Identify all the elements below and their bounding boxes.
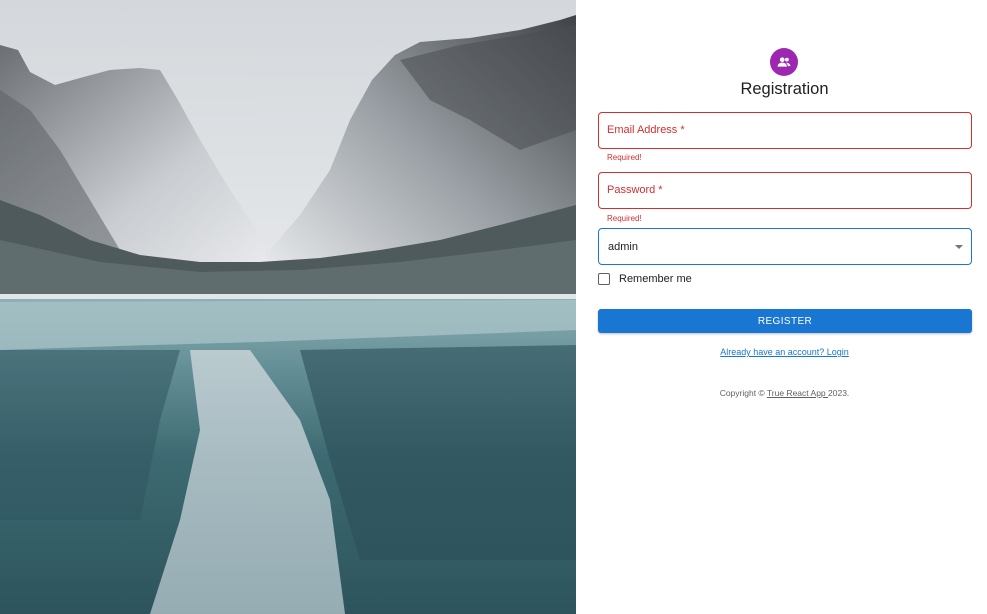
people-icon <box>777 57 791 67</box>
password-label: Password * <box>607 184 663 196</box>
password-field[interactable]: Password * <box>598 172 972 209</box>
login-link[interactable]: Already have an account? Login <box>576 347 987 357</box>
copyright: Copyright © True React App 2023. <box>576 388 987 398</box>
copyright-prefix: Copyright © <box>719 388 767 398</box>
email-helper-text: Required! <box>607 153 642 162</box>
background-image <box>0 0 576 614</box>
email-label: Email Address * <box>607 124 685 136</box>
mountain-lake-illustration <box>0 0 576 614</box>
role-select-value: admin <box>608 241 638 253</box>
password-helper-text: Required! <box>607 214 642 223</box>
role-select[interactable]: admin <box>598 228 972 265</box>
app-link[interactable]: True React App <box>767 388 828 398</box>
registration-panel: Registration Email Address * Required! Pa… <box>576 0 987 614</box>
remember-me-checkbox[interactable] <box>598 273 610 285</box>
avatar <box>770 48 798 76</box>
page-title: Registration <box>740 80 829 98</box>
caret-down-icon <box>955 245 963 249</box>
copyright-year: 2023. <box>828 388 850 398</box>
register-button[interactable]: REGISTER <box>598 309 972 333</box>
remember-me-label: Remember me <box>619 273 692 285</box>
email-field[interactable]: Email Address * <box>598 112 972 149</box>
remember-me[interactable]: Remember me <box>598 272 692 286</box>
required-mark: * <box>680 124 685 136</box>
required-mark: * <box>658 184 663 196</box>
